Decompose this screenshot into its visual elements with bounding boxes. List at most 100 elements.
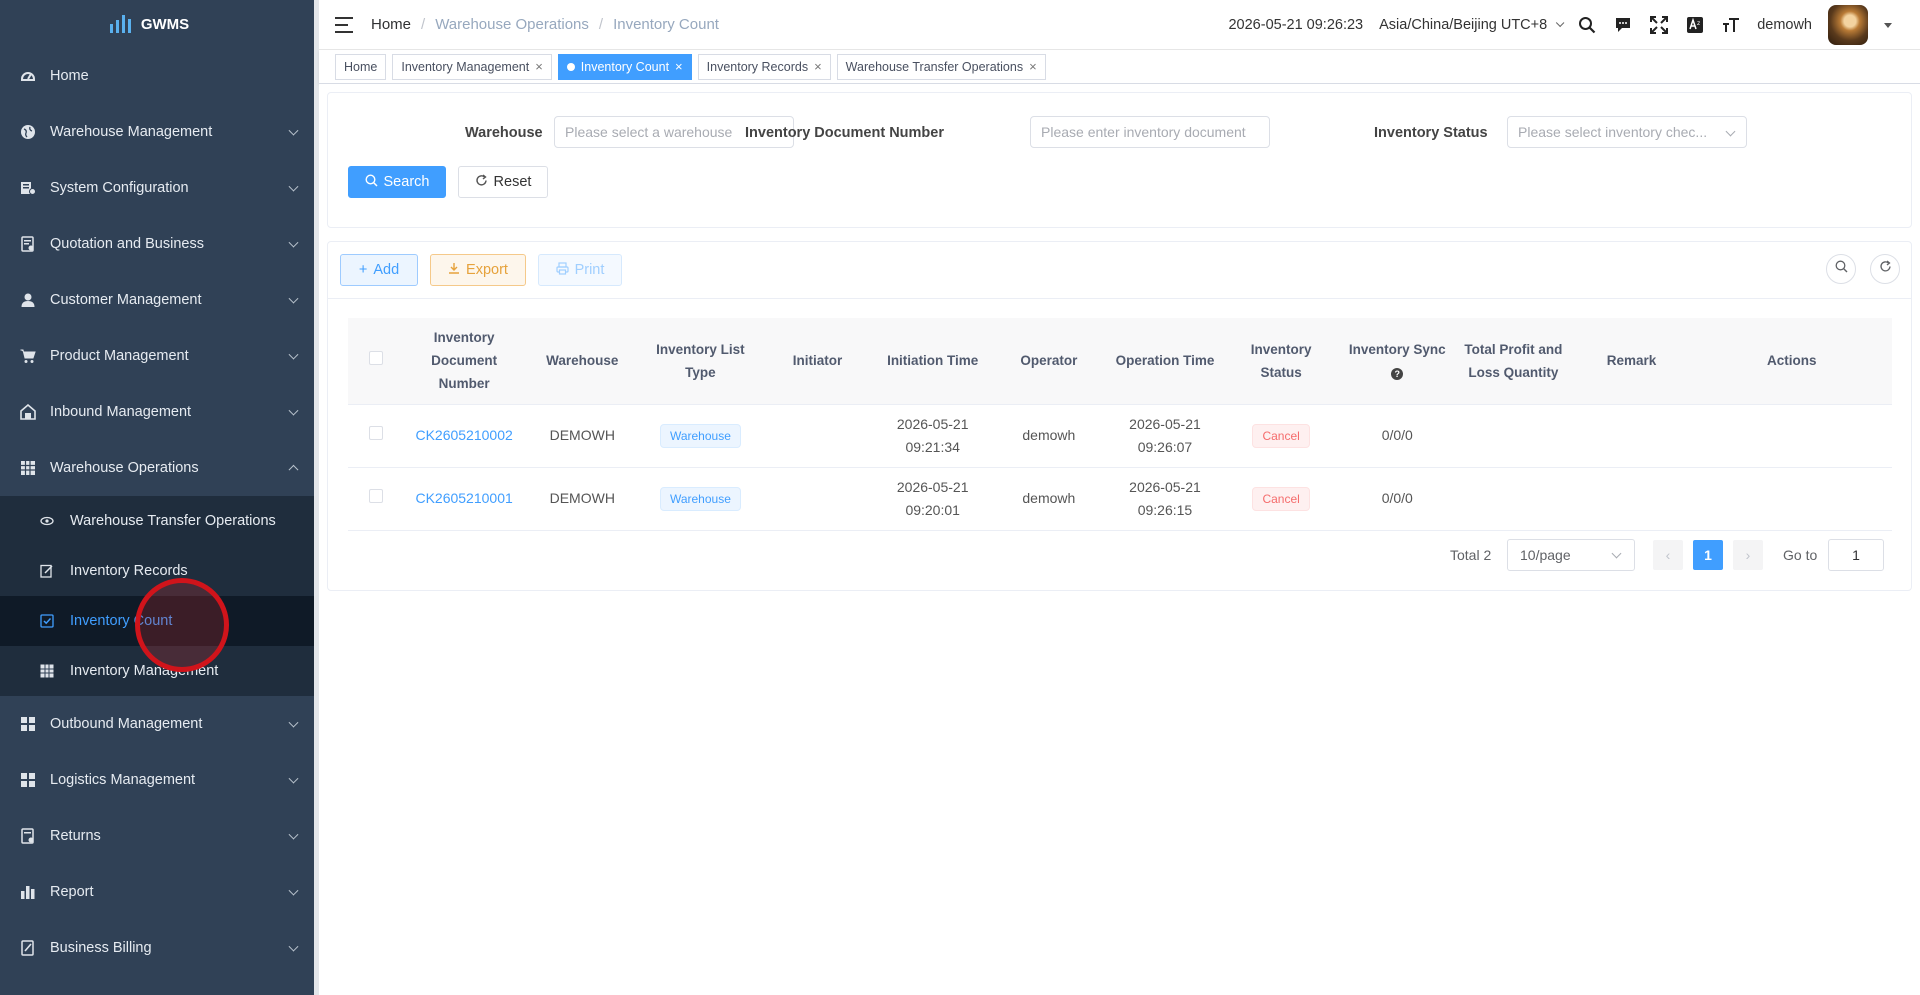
- cell-remark: [1571, 467, 1692, 531]
- goto-label: Go to: [1783, 547, 1818, 563]
- avatar[interactable]: [1828, 5, 1868, 45]
- sidebar-item-label: Inbound Management: [50, 404, 192, 420]
- sidebar-item-system-configuration[interactable]: System Configuration: [0, 160, 319, 216]
- help-icon[interactable]: ?: [1391, 368, 1404, 381]
- print-button[interactable]: Print: [538, 254, 622, 286]
- warehouse-label: Warehouse: [465, 125, 543, 141]
- sidebar-item-product-management[interactable]: Product Management: [0, 328, 319, 384]
- reset-button[interactable]: Reset: [458, 166, 548, 198]
- status-select[interactable]: Please select inventory chec...: [1507, 116, 1747, 148]
- fullscreen-icon[interactable]: [1649, 15, 1669, 35]
- header-status: Inventory Status: [1223, 318, 1340, 405]
- tag-inventory-records[interactable]: Inventory Records ×: [697, 53, 831, 80]
- sidebar-item-customer-management[interactable]: Customer Management: [0, 272, 319, 328]
- initiation-clock: 09:20:01: [905, 501, 960, 518]
- row-checkbox[interactable]: [369, 426, 384, 440]
- header-operation-time: Operation Time: [1106, 318, 1224, 405]
- sidebar-item-report[interactable]: Report: [0, 864, 319, 920]
- tag-warehouse-transfer-operations[interactable]: Warehouse Transfer Operations ×: [836, 53, 1046, 80]
- cell-operator: demowh: [990, 467, 1107, 531]
- globe-icon: [20, 124, 36, 140]
- chevron-down-icon: [288, 717, 299, 728]
- sidebar-item-outbound-management[interactable]: Outbound Management: [0, 696, 319, 752]
- hamburger-icon[interactable]: [335, 16, 353, 33]
- header-actions: Actions: [1691, 318, 1892, 405]
- sidebar-item-label: Quotation and Business: [50, 236, 204, 252]
- export-button[interactable]: Export: [430, 254, 526, 286]
- sidebar-item-warehouse-operations[interactable]: Warehouse Operations: [0, 440, 319, 496]
- sidebar-item-logistics-management[interactable]: Logistics Management: [0, 752, 319, 808]
- sidebar-item-home[interactable]: Home: [0, 48, 319, 104]
- page-size-select[interactable]: 10/page: [1507, 539, 1635, 571]
- chevron-up-icon: [288, 464, 299, 475]
- cell-actions: [1691, 467, 1892, 531]
- docnum-link[interactable]: CK2605210002: [415, 427, 512, 443]
- operation-date: 2026-05-21: [1129, 415, 1201, 432]
- sidebar-item-label: Customer Management: [50, 292, 202, 308]
- row-checkbox[interactable]: [369, 489, 384, 503]
- submenu-item-inventory-records[interactable]: Inventory Records: [0, 546, 319, 596]
- status-badge: Cancel: [1252, 423, 1310, 448]
- header-select-all[interactable]: [348, 318, 405, 405]
- cell-status: Cancel: [1223, 404, 1340, 468]
- tag-inventory-management[interactable]: Inventory Management ×: [392, 53, 552, 80]
- tag-home[interactable]: Home: [335, 53, 387, 80]
- download-icon: [448, 262, 460, 278]
- logo[interactable]: GWMS: [0, 0, 319, 48]
- export-button-label: Export: [466, 262, 508, 278]
- translate-icon[interactable]: z: [1685, 15, 1705, 35]
- breadcrumb-separator: /: [598, 16, 604, 33]
- operation-clock: 09:26:07: [1137, 438, 1193, 455]
- submenu-item-inventory-management[interactable]: Inventory Management: [0, 646, 319, 696]
- next-page-button[interactable]: ›: [1733, 540, 1763, 570]
- page-size-value: 10/page: [1520, 547, 1571, 563]
- close-icon[interactable]: ×: [675, 59, 683, 74]
- table-row: CK2605210001 DEMOWH Warehouse 2026-05-21…: [348, 467, 1892, 531]
- submenu-item-label: Warehouse Transfer Operations: [70, 513, 276, 529]
- chevron-down-icon: [1611, 548, 1622, 559]
- list-type-badge: Warehouse: [659, 423, 741, 448]
- message-icon[interactable]: [1613, 15, 1633, 35]
- row-select[interactable]: [348, 404, 405, 468]
- sidebar-item-business-billing[interactable]: Business Billing: [0, 920, 319, 976]
- toggle-search-button[interactable]: [1826, 254, 1856, 284]
- close-icon[interactable]: ×: [535, 59, 543, 74]
- font-size-icon[interactable]: [1721, 15, 1741, 35]
- select-all-checkbox[interactable]: [369, 351, 384, 366]
- timezone-select[interactable]: Asia/China/Beijing UTC+8: [1379, 17, 1565, 33]
- refresh-icon: [1879, 260, 1892, 278]
- cell-list-type: Warehouse: [640, 467, 761, 531]
- sidebar-item-quotation-and-business[interactable]: Quotation and Business: [0, 216, 319, 272]
- table-icon: [40, 664, 54, 678]
- add-button-label: Add: [373, 262, 400, 278]
- docnum-input[interactable]: Please enter inventory document: [1030, 116, 1270, 148]
- sidebar-item-inbound-management[interactable]: Inbound Management: [0, 384, 319, 440]
- cart-icon: [20, 348, 36, 364]
- refresh-button[interactable]: [1870, 254, 1900, 284]
- header-docnum: Inventory Document Number: [404, 318, 525, 405]
- page-number-button[interactable]: 1: [1693, 540, 1723, 570]
- row-select[interactable]: [348, 467, 405, 531]
- caret-down-icon[interactable]: [1884, 22, 1892, 28]
- add-button[interactable]: + Add: [340, 254, 418, 286]
- search-icon[interactable]: [1577, 15, 1597, 35]
- sidebar-item-warehouse-management[interactable]: Warehouse Management: [0, 104, 319, 160]
- search-button[interactable]: Search: [348, 166, 446, 198]
- docnum-link[interactable]: CK2605210001: [415, 490, 512, 506]
- cell-profit-loss: [1455, 404, 1572, 468]
- close-icon[interactable]: ×: [814, 59, 822, 74]
- pagination-total: Total 2: [1450, 547, 1492, 563]
- prev-page-button[interactable]: ‹: [1653, 540, 1683, 570]
- submenu-item-inventory-count[interactable]: Inventory Count: [0, 596, 319, 646]
- header-sync-label: Inventory Sync: [1348, 341, 1446, 357]
- goto-page-input[interactable]: 1: [1828, 539, 1884, 571]
- username[interactable]: demowh: [1757, 17, 1812, 33]
- dashboard-icon: [20, 68, 36, 84]
- sidebar-item-returns[interactable]: Returns: [0, 808, 319, 864]
- breadcrumb-home[interactable]: Home: [371, 16, 411, 33]
- close-icon[interactable]: ×: [1029, 59, 1037, 74]
- tag-label: Inventory Count: [580, 59, 670, 74]
- submenu-item-warehouse-transfer-operations[interactable]: Warehouse Transfer Operations: [0, 496, 319, 546]
- list-type-badge: Warehouse: [659, 486, 741, 511]
- tag-inventory-count[interactable]: Inventory Count ×: [557, 53, 692, 80]
